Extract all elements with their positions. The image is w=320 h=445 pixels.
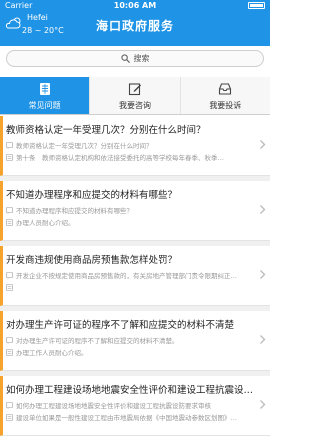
question-title: 开发商违规使用商品房预售款怎样处罚？ [6, 255, 178, 266]
document-list-icon [39, 83, 50, 95]
answer-text: 第十条 教师资格认定机构和依法接受委托的高等学校每年春季、秋季… [16, 154, 224, 162]
search-placeholder: 搜索 [133, 54, 150, 63]
tab-label: 我要投诉 [209, 101, 242, 110]
question-text: 教师资格认定一年受理几次？分别在什么时间？ [16, 142, 153, 150]
answer-text: 办理工作人员耐心介绍。 [16, 349, 88, 357]
app-header: Carrier 10:06 AM Hefei 28 ~ 20°C 海口政府服务 [0, 0, 270, 46]
question-item[interactable]: 如何办理工程建设场地地震安全性评价和建设工程抗震设防要求审核 如何办理工程建设场… [0, 376, 270, 436]
question-item[interactable]: 教师资格认定一年受理几次？分别在什么时间？ 教师资格认定一年受理几次？分别在什么… [0, 116, 270, 176]
inbox-icon [219, 83, 232, 95]
question-item[interactable]: 不知道办理程序和应提交的材料有哪些？ 不知道办理程序和应提交的材料有哪些？ 办理… [0, 181, 270, 241]
question-icon [6, 206, 13, 214]
question-icon [6, 401, 13, 409]
question-icon [6, 336, 13, 344]
answer-icon [6, 283, 13, 291]
tab-common-questions[interactable]: 常见问题 [0, 77, 91, 114]
question-title: 如何办理工程建设场地地震安全性评价和建设工程抗震设防要求审核 [6, 385, 256, 396]
tab-bar: 常见问题 我要咨询 我要投诉 [0, 77, 270, 115]
chevron-right-icon [260, 270, 266, 279]
tab-consult[interactable]: 我要咨询 [90, 77, 181, 114]
question-text: 如何办理工程建设场地地震安全性评价和建设工程抗震设防要求审核 [16, 402, 211, 410]
answer-text: 办理人员耐心介绍。 [16, 219, 75, 227]
question-title: 对办理生产许可证的程序不了解和应提交的材料不清楚 [6, 320, 235, 331]
chevron-right-icon [260, 400, 266, 409]
search-icon [120, 54, 130, 63]
page-title: 海口政府服务 [95, 19, 174, 33]
question-text: 对办理生产许可证的程序不了解和应提交的材料不清楚。 [16, 337, 179, 345]
question-icon [6, 271, 13, 279]
question-text: 不知道办理程序和应提交的材料有哪些？ [16, 207, 133, 215]
question-item[interactable]: 对办理生产许可证的程序不了解和应提交的材料不清楚 对办理生产许可证的程序不了解和… [0, 311, 270, 371]
chevron-right-icon [260, 140, 266, 149]
chevron-right-icon [260, 205, 266, 214]
question-text: 开发企业不按规定使用商品房预售款的，有关房地产管理部门责令限期纠正… [16, 272, 237, 280]
battery-icon [248, 2, 265, 9]
answer-icon [6, 218, 13, 226]
tab-label: 常见问题 [28, 101, 61, 110]
tab-complaint[interactable]: 我要投诉 [180, 77, 270, 114]
edit-icon [128, 83, 141, 96]
answer-icon [6, 413, 13, 421]
status-time: 10:06 AM [113, 1, 157, 10]
question-item[interactable]: 开发商违规使用商品房预售款怎样处罚？ 开发企业不按规定使用商品房预售款的，有关房… [0, 246, 270, 306]
chevron-right-icon [260, 335, 266, 344]
search-input[interactable]: 搜索 [6, 50, 264, 67]
answer-icon [6, 348, 13, 356]
question-title: 不知道办理程序和应提交的材料有哪些？ [6, 190, 178, 201]
tab-label: 我要咨询 [118, 101, 151, 110]
answer-icon [6, 153, 13, 161]
question-icon [6, 141, 13, 149]
question-title: 教师资格认定一年受理几次？分别在什么时间？ [6, 125, 206, 136]
answer-text: 建设单位如果是一般性建设工程由市地震局依据《中国地震动参数区划图》… [16, 414, 237, 422]
